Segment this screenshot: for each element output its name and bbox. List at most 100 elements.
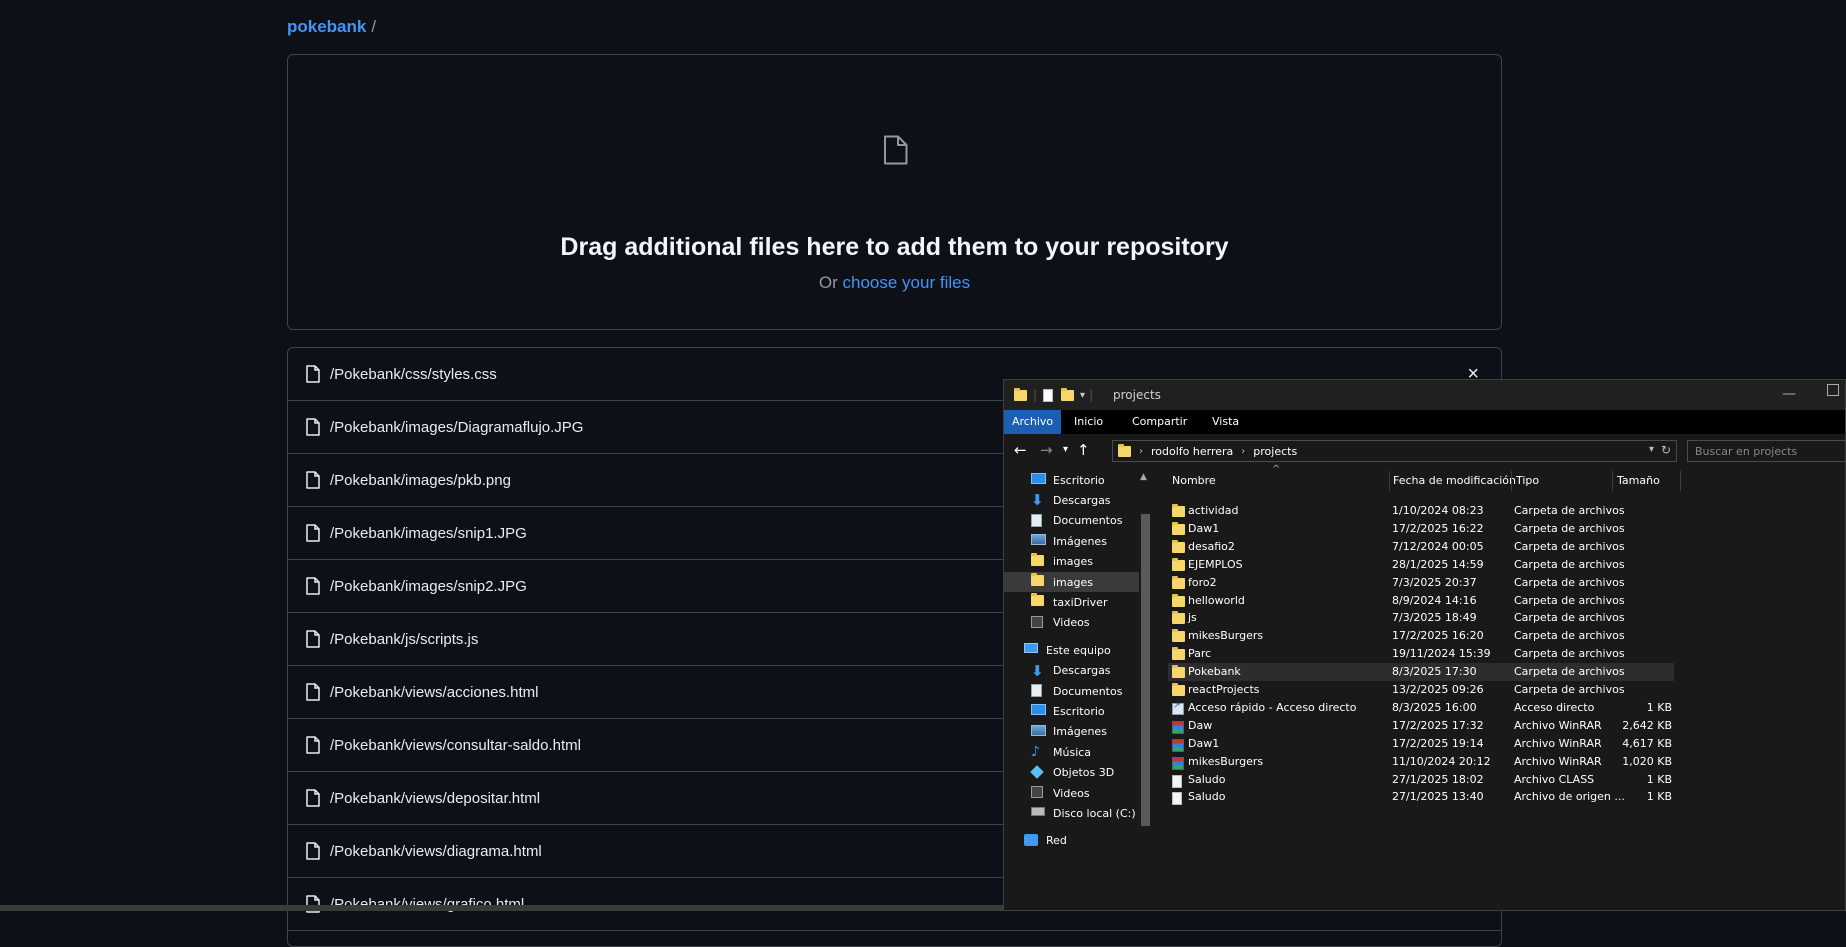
pictures-icon (1031, 534, 1047, 548)
file-row[interactable]: js 7/3/2025 18:49 Carpeta de archivos (1168, 609, 1674, 627)
folder-icon (1172, 593, 1186, 607)
file-date: 17/2/2025 16:20 (1392, 629, 1484, 643)
file-name: mikesBurgers (1188, 754, 1264, 768)
file-row[interactable]: actividad 1/10/2024 08:23 Carpeta de archi… (1168, 502, 1674, 520)
file-row[interactable]: Daw1 17/2/2025 16:22 Carpeta de archivos (1168, 520, 1674, 538)
breadcrumb-separator: / (371, 17, 377, 36)
sidebar-item[interactable]: ⬇ Descargas (1031, 661, 1166, 681)
sidebar-item-label: Videos (1053, 786, 1090, 800)
customize-toolbar-icon[interactable]: ▾ (1080, 390, 1085, 401)
sidebar-item[interactable]: Red (1024, 831, 1159, 851)
maximize-icon[interactable] (1827, 384, 1839, 396)
sidebar-item[interactable]: ♪ Música (1031, 742, 1166, 762)
search-input[interactable]: Buscar en projects (1687, 440, 1845, 462)
sidebar-item[interactable]: Videos (1031, 613, 1166, 633)
videos-icon (1031, 786, 1047, 800)
column-divider[interactable] (1612, 471, 1613, 491)
sidebar-item[interactable]: taxiDriver (1031, 592, 1166, 612)
toolbar-divider: | (1033, 388, 1038, 402)
sidebar-item[interactable]: Imágenes (1031, 722, 1166, 742)
file-explorer-window[interactable]: | ▾ | projects — Archivo Inicio Comparti… (1003, 379, 1846, 911)
column-divider[interactable] (1389, 471, 1390, 491)
file-row[interactable]: Parc 19/11/2024 15:39 Carpeta de archivos (1168, 645, 1674, 663)
tab-vista[interactable]: Vista (1212, 410, 1239, 434)
address-dropdown-icon[interactable]: ▾ (1649, 444, 1654, 455)
sidebar-item[interactable]: Documentos (1031, 681, 1166, 701)
file-icon (306, 842, 320, 860)
download-icon: ⬇ (1031, 491, 1044, 510)
file-type: Archivo WinRAR (1514, 736, 1602, 750)
back-arrow-icon[interactable]: ← (1014, 441, 1027, 459)
sidebar-item[interactable]: Videos (1031, 783, 1166, 803)
sidebar-item[interactable]: images (1004, 572, 1139, 592)
file-row[interactable]: EJEMPLOS 28/1/2025 14:59 Carpeta de archiv… (1168, 556, 1674, 574)
column-divider[interactable] (1511, 471, 1512, 491)
window-title: projects (1113, 388, 1161, 402)
winrar-icon (1172, 737, 1186, 752)
sidebar-item-label: Descargas (1053, 664, 1111, 678)
column-divider[interactable] (1680, 471, 1681, 491)
file-path: /Pokebank/images/pkb.png (330, 471, 511, 489)
file-row[interactable]: Pokebank 8/3/2025 17:30 Carpeta de archivo… (1168, 663, 1674, 682)
file-date: 7/3/2025 20:37 (1392, 575, 1477, 589)
sidebar-item[interactable]: Escritorio📌 (1031, 470, 1166, 490)
column-header-date[interactable]: Fecha de modificación (1393, 468, 1516, 494)
chevron-right-icon[interactable]: › (1139, 446, 1143, 457)
properties-icon[interactable] (1043, 388, 1054, 402)
sidebar-item[interactable]: Este equipo (1024, 640, 1159, 660)
sidebar-item[interactable]: images (1031, 552, 1166, 572)
recent-locations-icon[interactable]: ▾ (1063, 444, 1068, 455)
column-header-name[interactable]: Nombre (1172, 468, 1216, 494)
sidebar-item-label: Imágenes (1053, 534, 1107, 548)
file-type: Carpeta de archivos (1514, 557, 1625, 571)
address-segment-user[interactable]: rodolfo herrera (1151, 445, 1233, 458)
breadcrumb: pokebank / (287, 17, 376, 37)
file-row[interactable]: helloworld 8/9/2024 14:16 Carpeta de archi… (1168, 592, 1674, 610)
tab-archivo[interactable]: Archivo (1004, 410, 1062, 434)
repo-link[interactable]: pokebank (287, 17, 366, 36)
choose-files-link[interactable]: choose your files (843, 273, 971, 292)
file-icon (306, 683, 320, 701)
file-row[interactable]: reactProjects 13/2/2025 09:26 Carpeta de a… (1168, 681, 1674, 699)
file-row[interactable]: Daw 17/2/2025 17:32 Archivo WinRAR 2,642 KB (1168, 717, 1674, 735)
network-icon (1024, 833, 1040, 848)
refresh-icon[interactable]: ↻ (1661, 443, 1671, 457)
title-bar[interactable]: | ▾ | projects — (1004, 380, 1845, 410)
file-row[interactable]: mikesBurgers 11/10/2024 20:12 Archivo WinR… (1168, 753, 1674, 771)
file-row[interactable]: Saludo 27/1/2025 18:02 Archivo CLASS 1 KB (1168, 771, 1674, 789)
address-segment-projects[interactable]: projects (1253, 445, 1297, 458)
sidebar-item[interactable]: Objetos 3D (1030, 763, 1166, 783)
music-icon: ♪ (1031, 744, 1040, 761)
file-date: 7/3/2025 18:49 (1392, 611, 1477, 625)
file-date: 1/10/2024 08:23 (1392, 504, 1484, 517)
sidebar-item[interactable]: Escritorio (1031, 701, 1166, 721)
tab-inicio[interactable]: Inicio (1074, 410, 1103, 434)
new-folder-icon[interactable] (1061, 387, 1075, 401)
sidebar-item[interactable]: Documentos📌 (1031, 511, 1166, 531)
column-header-size[interactable]: Tamaño (1617, 468, 1660, 494)
address-bar[interactable]: › rodolfo herrera › projects ▾ ↻ (1112, 440, 1677, 462)
file-date: 17/2/2025 16:22 (1392, 521, 1484, 535)
file-row[interactable]: mikesBurgers 17/2/2025 16:20 Carpeta de ar… (1168, 627, 1674, 645)
file-row[interactable]: foro2 7/3/2025 20:37 Carpeta de archivos (1168, 574, 1674, 592)
file-row[interactable]: desafio2 7/12/2024 00:05 Carpeta de archiv… (1168, 538, 1674, 556)
file-row[interactable]: Acceso rápido - Acceso directo 8/3/2025 1… (1168, 699, 1674, 717)
tab-compartir[interactable]: Compartir (1132, 410, 1187, 434)
sidebar-item[interactable]: ⬇Descargas📌 (1031, 490, 1166, 510)
up-arrow-icon[interactable]: ↑ (1077, 441, 1090, 459)
file-type: Carpeta de archivos (1514, 665, 1625, 679)
chevron-right-icon[interactable]: › (1241, 446, 1245, 457)
sidebar-item[interactable]: Imágenes📌 (1031, 531, 1166, 551)
minimize-icon[interactable]: — (1782, 386, 1796, 402)
file-dropzone[interactable]: Drag additional files here to add them t… (287, 54, 1502, 330)
folder-icon (1172, 629, 1186, 643)
file-icon (1172, 773, 1186, 788)
file-name: desafio2 (1188, 539, 1235, 553)
file-type: Archivo WinRAR (1514, 718, 1602, 732)
sidebar-item[interactable]: Disco local (C:) (1031, 803, 1166, 823)
file-row[interactable]: Daw1 17/2/2025 19:14 Archivo WinRAR 4,617 K… (1168, 735, 1674, 753)
file-row[interactable]: Saludo 27/1/2025 13:40 Archivo de origen .… (1168, 788, 1674, 806)
column-header-type[interactable]: Tipo (1516, 468, 1539, 494)
forward-arrow-icon[interactable]: → (1040, 441, 1053, 459)
file-type: Acceso directo (1514, 700, 1595, 714)
